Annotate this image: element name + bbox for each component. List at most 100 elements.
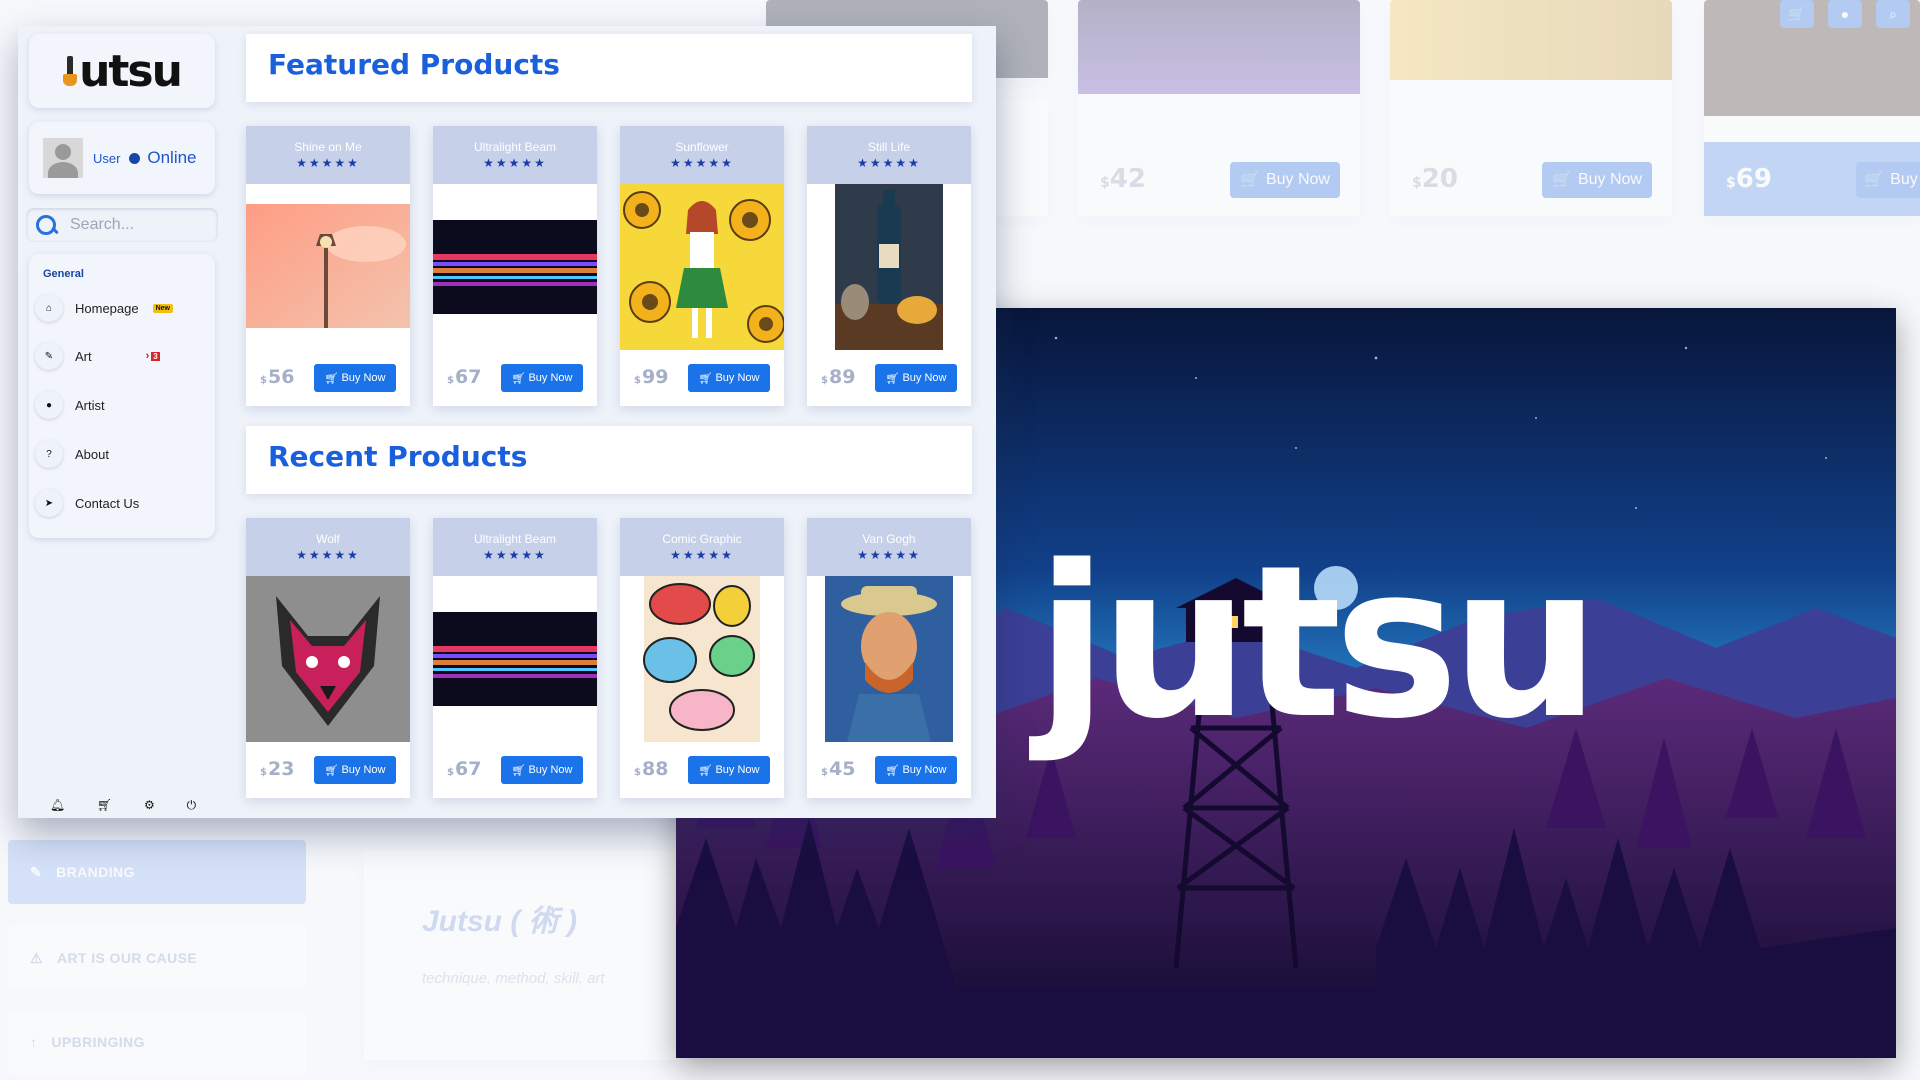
product-price: $67	[447, 366, 482, 388]
cart-icon: 🛒︎	[324, 372, 339, 385]
star-rating: ★★★★★	[483, 548, 547, 562]
product-card[interactable]: Shine on Me ★★★★★ $56 🛒︎ Buy Now	[246, 126, 410, 406]
card-header: Sunflower ★★★★★	[620, 126, 784, 184]
buy-now-button[interactable]: 🛒︎ Buy Now	[314, 756, 396, 784]
product-name: Ultralight Beam	[473, 532, 557, 546]
sidebar-footer: 🔔︎ 🛒︎ ⚙ ⏻	[20, 792, 226, 818]
product-card[interactable]: Wolf ★★★★★ $23 🛒︎ Buy Now	[246, 518, 410, 798]
product-name: Still Life	[867, 140, 911, 154]
sidebar-item-contact[interactable]: ➤ Contact Us	[35, 485, 207, 521]
cart-icon: 🛒︎	[698, 372, 713, 385]
brush-icon: ✎	[35, 342, 63, 370]
user-icon: ●	[35, 391, 63, 419]
product-card[interactable]: Ultralight Beam ★★★★★ $67 🛒︎ Buy Now	[433, 126, 597, 406]
buy-now-button[interactable]: 🛒︎ Buy Now	[688, 364, 770, 392]
cart-icon: 🛒︎	[698, 764, 713, 777]
search-icon[interactable]	[34, 213, 58, 237]
sidebar-item-label: Contact Us	[75, 495, 140, 511]
sidebar-item-label: Art	[75, 348, 92, 364]
recent-header: Recent Products	[246, 426, 972, 494]
logo[interactable]: utsu	[29, 34, 215, 108]
bg-product-card: $42 🛒 Buy Now	[1078, 0, 1360, 216]
product-price: $45	[821, 758, 856, 780]
buy-now-button[interactable]: 🛒︎ Buy Now	[314, 364, 396, 392]
sidebar-item-label: About	[75, 446, 109, 462]
star-rating: ★★★★★	[296, 548, 360, 562]
buy-now-button[interactable]: 🛒︎ Buy Now	[688, 756, 770, 784]
search-input[interactable]	[70, 216, 200, 234]
star-rating: ★★★★★	[857, 156, 921, 170]
product-image[interactable]	[246, 576, 410, 742]
cart-icon: 🛒︎	[885, 764, 900, 777]
power-icon[interactable]: ⏻	[187, 798, 197, 813]
sidebar-item-label: Artist	[75, 397, 105, 413]
star-rating: ★★★★★	[670, 548, 734, 562]
buy-now-button[interactable]: 🛒︎ Buy Now	[501, 364, 583, 392]
product-price: $89	[821, 366, 856, 388]
bg-buy-button: 🛒 Buy Now	[1542, 162, 1652, 198]
buy-now-button[interactable]: 🛒︎ Buy Now	[501, 756, 583, 784]
user-profile[interactable]: User Online	[29, 122, 215, 194]
gear-icon[interactable]: ⚙	[144, 798, 155, 812]
cart-icon: 🛒︎	[511, 764, 526, 777]
product-price: $88	[634, 758, 669, 780]
buy-now-button[interactable]: 🛒︎ Buy Now	[875, 364, 957, 392]
bg-search-icon: ⌕	[1876, 0, 1910, 28]
product-image[interactable]	[620, 576, 784, 742]
card-header: Wolf ★★★★★	[246, 518, 410, 576]
card-header: Comic Graphic ★★★★★	[620, 518, 784, 576]
bg-product-card: $69 🛒 Buy	[1704, 0, 1920, 216]
bg-product-card: $20 🛒 Buy Now	[1390, 0, 1672, 216]
product-price: $23	[260, 758, 295, 780]
product-name: Sunflower	[675, 140, 729, 154]
product-image[interactable]	[620, 184, 784, 350]
star-rating: ★★★★★	[857, 548, 921, 562]
card-header: Van Gogh ★★★★★	[807, 518, 971, 576]
product-image[interactable]	[433, 184, 597, 350]
star-rating: ★★★★★	[670, 156, 734, 170]
product-image[interactable]	[807, 184, 971, 350]
product-image[interactable]	[246, 184, 410, 350]
product-image[interactable]	[433, 576, 597, 742]
product-card[interactable]: Sunflower ★★★★★ $99 🛒︎ Buy Now	[620, 126, 784, 406]
bell-icon[interactable]: 🔔︎	[50, 798, 65, 812]
new-badge: New	[152, 303, 174, 313]
bg-user-icon: ●	[1828, 0, 1862, 28]
product-card[interactable]: Ultralight Beam ★★★★★ $67 🛒︎ Buy Now	[433, 518, 597, 798]
product-card[interactable]: Still Life ★★★★★ $89 🛒︎ Buy Now	[807, 126, 971, 406]
info-icon: ?	[35, 440, 63, 468]
cart-icon: 🛒︎	[324, 764, 339, 777]
product-name: Wolf	[316, 532, 340, 546]
bg-upbringing-button: ↑ UPBRINGING	[8, 1010, 306, 1074]
bg-buy-button: 🛒 Buy Now	[1230, 162, 1340, 198]
logo-text: utsu	[79, 45, 183, 97]
bg-cart-icon: 🛒	[1780, 0, 1814, 28]
product-name: Comic Graphic	[662, 532, 742, 546]
sidebar-item-about[interactable]: ? About	[35, 436, 207, 472]
sidebar-item-artist[interactable]: ● Artist	[35, 387, 207, 423]
send-icon: ➤	[35, 489, 63, 517]
sidebar-item-art[interactable]: ✎ Art › 3	[35, 338, 207, 374]
search-bar	[26, 208, 218, 242]
sidebar-item-homepage[interactable]: ⌂ Homepage New	[35, 290, 207, 326]
home-icon: ⌂	[35, 294, 63, 322]
card-header: Ultralight Beam ★★★★★	[433, 518, 597, 576]
bg-price: $69	[1726, 164, 1772, 194]
cart-icon[interactable]: 🛒︎	[97, 798, 112, 812]
buy-now-button[interactable]: 🛒︎ Buy Now	[875, 756, 957, 784]
product-price: $56	[260, 366, 295, 388]
card-header: Ultralight Beam ★★★★★	[433, 126, 597, 184]
product-card[interactable]: Comic Graphic ★★★★★ $88 🛒︎ Buy Now	[620, 518, 784, 798]
user-name: User	[93, 151, 121, 166]
star-rating: ★★★★★	[296, 156, 360, 170]
card-header: Shine on Me ★★★★★	[246, 126, 410, 184]
bg-branding-button: ✎ BRANDING	[8, 840, 306, 904]
cart-icon: 🛒︎	[511, 372, 526, 385]
bg-price: $42	[1100, 164, 1146, 194]
product-image[interactable]	[807, 576, 971, 742]
paintbrush-icon	[63, 56, 78, 86]
star-rating: ★★★★★	[483, 156, 547, 170]
count-badge: 3	[151, 351, 160, 361]
product-card[interactable]: Van Gogh ★★★★★ $45 🛒︎ Buy Now	[807, 518, 971, 798]
bg-price: $20	[1412, 164, 1458, 194]
